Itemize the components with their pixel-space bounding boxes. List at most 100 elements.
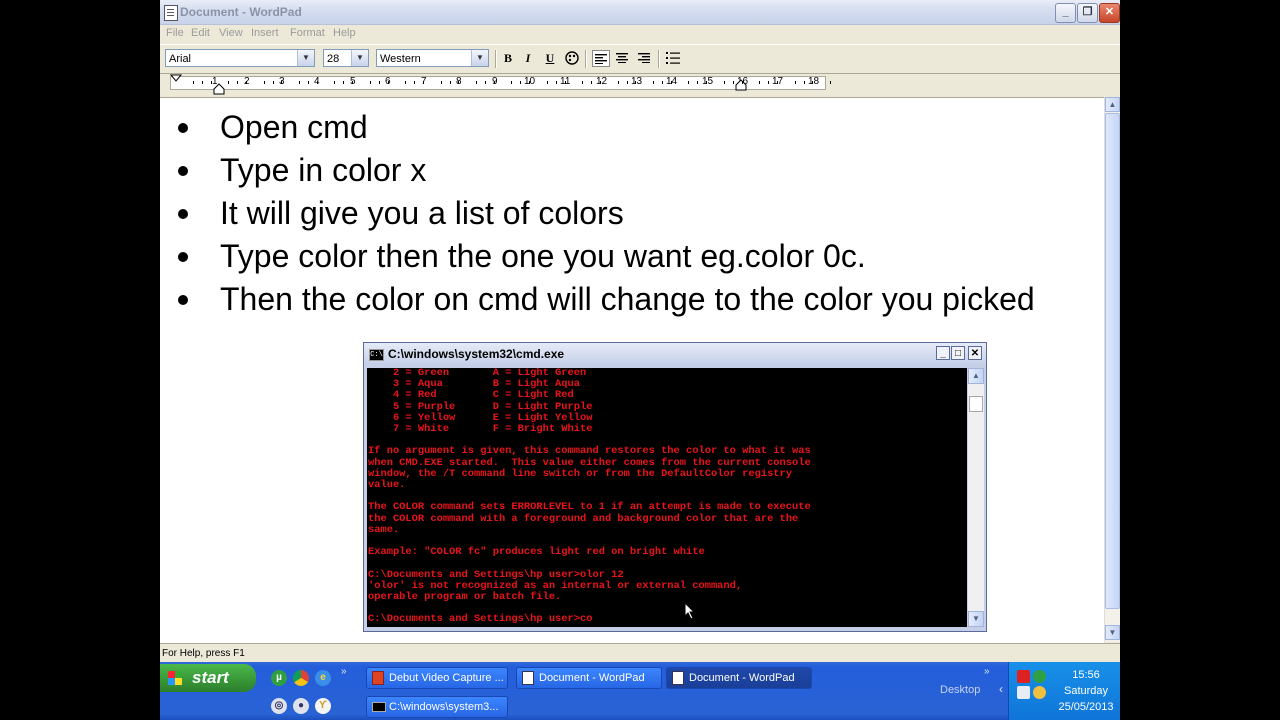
windows-logo-icon <box>168 671 182 685</box>
cmd-close-button[interactable]: ✕ <box>968 346 982 360</box>
media-icon[interactable]: ● <box>293 698 309 714</box>
align-center-button[interactable] <box>613 50 631 67</box>
task-wordpad-1[interactable]: Document - WordPad <box>516 667 662 689</box>
desktop-toolbar-label[interactable]: Desktop <box>940 684 980 696</box>
ruler-tick <box>228 81 230 84</box>
ruler-tick <box>617 81 619 84</box>
bullets-button[interactable] <box>664 50 682 67</box>
cmd-window[interactable]: C:\ C:\windows\system32\cmd.exe _ □ ✕ 2 … <box>363 342 987 632</box>
chevron-down-icon[interactable]: ▼ <box>471 50 488 66</box>
align-center-icon <box>616 53 628 63</box>
menu-edit[interactable]: Edit <box>191 27 210 39</box>
scroll-down-button[interactable]: ▼ <box>1105 625 1120 640</box>
wordpad-icon <box>164 5 178 21</box>
toolbar-separator <box>585 50 587 68</box>
align-right-icon <box>638 53 650 63</box>
cmd-scrollbar[interactable]: ▲ ▼ <box>968 368 984 627</box>
internet-explorer-icon[interactable]: e <box>315 670 331 686</box>
ruler-tick <box>723 81 725 84</box>
ruler-tick <box>653 81 655 84</box>
chevron-left-icon[interactable]: ‹ <box>999 682 1003 696</box>
menu-view[interactable]: View <box>219 27 243 39</box>
maximize-button[interactable]: ❐ <box>1077 3 1098 23</box>
app-icon[interactable]: ◎ <box>271 698 287 714</box>
winamp-icon[interactable]: ϒ <box>315 698 331 714</box>
align-right-button[interactable] <box>635 50 653 67</box>
ruler-tick <box>422 81 424 84</box>
ruler-tick <box>484 81 486 84</box>
ruler-tick <box>555 81 557 84</box>
chrome-icon[interactable] <box>293 670 309 686</box>
align-left-button[interactable] <box>592 50 610 67</box>
scroll-thumb[interactable] <box>1105 113 1120 609</box>
ruler[interactable]: 1 2 3 4 5 6 7 8 9 10 11 12 13 14 15 16 1… <box>160 73 1120 95</box>
ruler-tick <box>697 81 699 84</box>
script-select[interactable]: Western ▼ <box>376 49 489 67</box>
bold-button[interactable]: B <box>499 50 517 67</box>
start-button[interactable]: start <box>160 664 256 692</box>
ruler-tick <box>546 81 548 84</box>
font-name-select[interactable]: Arial ▼ <box>165 49 315 67</box>
scroll-up-button[interactable]: ▲ <box>1105 97 1120 112</box>
list-item: Type in color x <box>160 149 1035 192</box>
left-indent-marker-icon[interactable] <box>213 83 225 95</box>
list-item: Then the color on cmd will change to the… <box>160 278 1035 321</box>
task-cmd[interactable]: C:\windows\system3... <box>366 696 508 718</box>
task-debut-video-capture[interactable]: Debut Video Capture ... <box>366 667 508 689</box>
wordpad-icon <box>522 671 534 685</box>
close-button[interactable]: ✕ <box>1099 3 1120 23</box>
ruler-tick <box>352 81 354 84</box>
menu-format[interactable]: Format <box>290 27 325 39</box>
chevron-right-icon[interactable]: » <box>341 666 347 677</box>
window-title: Document - WordPad <box>180 5 302 19</box>
task-label: Document - WordPad <box>689 672 795 684</box>
ruler-tick <box>440 81 442 84</box>
record-icon[interactable] <box>1017 670 1030 683</box>
title-bar[interactable]: Document - WordPad _ ❐ ✕ <box>160 0 1120 25</box>
ruler-number: 12 <box>596 76 608 87</box>
cmd-scroll-up-button[interactable]: ▲ <box>968 368 984 384</box>
cmd-title-bar[interactable]: C:\ C:\windows\system32\cmd.exe _ □ ✕ <box>364 343 986 365</box>
ruler-tick <box>635 81 637 84</box>
ruler-tick <box>245 81 247 84</box>
indent-marker-icon[interactable] <box>170 73 184 95</box>
palette-icon <box>565 51 579 65</box>
ruler-tick <box>732 81 734 84</box>
underline-button[interactable]: U <box>541 50 559 67</box>
ruler-tick <box>803 81 805 84</box>
ruler-tick <box>741 81 743 84</box>
chevron-down-icon[interactable]: ▼ <box>297 50 314 66</box>
cmd-scroll-thumb[interactable] <box>969 396 983 412</box>
menu-help[interactable]: Help <box>333 27 356 39</box>
color-button[interactable] <box>563 50 581 67</box>
ruler-tick <box>759 81 761 84</box>
ruler-tick <box>591 81 593 84</box>
font-size-select[interactable]: 28 ▼ <box>323 49 369 67</box>
cmd-minimize-button[interactable]: _ <box>936 346 950 360</box>
ruler-tick <box>794 81 796 84</box>
menu-insert[interactable]: Insert <box>251 27 279 39</box>
volume-icon[interactable] <box>1033 686 1046 699</box>
chevron-right-icon[interactable]: » <box>984 666 990 677</box>
menu-file[interactable]: File <box>166 27 184 39</box>
ruler-tick <box>661 81 663 84</box>
network-icon[interactable] <box>1017 686 1030 699</box>
console-output[interactable]: 2 = Green A = Light Green 3 = Aqua B = L… <box>367 368 967 627</box>
cmd-maximize-button[interactable]: □ <box>951 346 965 360</box>
chevron-down-icon[interactable]: ▼ <box>351 50 368 66</box>
utorrent-icon[interactable]: µ <box>271 670 287 686</box>
utorrent-tray-icon[interactable] <box>1033 670 1046 683</box>
ruler-tick <box>343 81 345 84</box>
minimize-button[interactable]: _ <box>1055 3 1076 23</box>
ruler-tick <box>520 81 522 84</box>
italic-button[interactable]: I <box>519 50 537 67</box>
ruler-tick <box>334 81 336 84</box>
ruler-tick <box>449 81 451 84</box>
task-wordpad-2[interactable]: Document - WordPad <box>666 667 812 689</box>
ruler-tick <box>776 81 778 84</box>
clock[interactable]: 15:56 Saturday 25/05/2013 <box>1053 667 1119 715</box>
ruler-number: 15 <box>702 76 714 87</box>
ruler-tick <box>529 81 531 84</box>
cmd-scroll-down-button[interactable]: ▼ <box>968 611 984 627</box>
vertical-scrollbar[interactable]: ▲ ▼ <box>1104 97 1120 642</box>
